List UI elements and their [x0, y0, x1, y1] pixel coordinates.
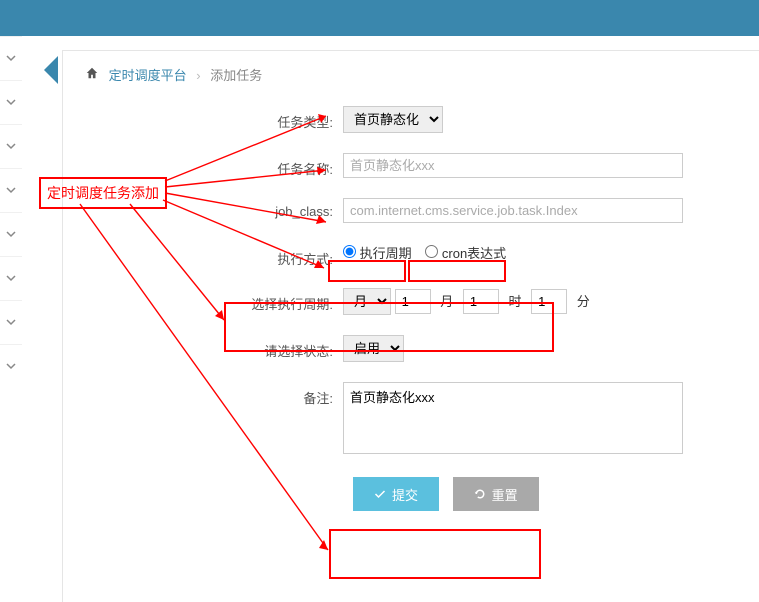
sidebar-toggle-4[interactable] [0, 168, 22, 212]
task-type-select[interactable]: 首页静态化 [343, 106, 443, 133]
exec-mode-label: 执行方式: [85, 243, 343, 268]
task-name-label: 任务名称: [85, 153, 343, 178]
task-name-input[interactable] [343, 153, 683, 178]
job-class-input[interactable] [343, 198, 683, 223]
exec-mode-cron[interactable]: cron表达式 [425, 246, 506, 261]
topbar [0, 0, 759, 36]
panel-pointer-icon [44, 56, 58, 84]
period-month-unit: 月 [440, 294, 453, 309]
remark-textarea[interactable] [343, 382, 683, 454]
breadcrumb-link-platform[interactable]: 定时调度平台 [109, 68, 187, 83]
sidebar [0, 36, 22, 602]
period-hour-unit: 时 [509, 294, 522, 309]
sidebar-toggle-7[interactable] [0, 300, 22, 344]
reset-button-label: 重置 [492, 485, 518, 504]
exec-mode-period-label: 执行周期 [360, 246, 412, 261]
period-hour-input[interactable] [463, 289, 499, 314]
exec-mode-period[interactable]: 执行周期 [343, 246, 415, 261]
period-minute-input[interactable] [531, 289, 567, 314]
refresh-icon [474, 488, 486, 500]
annotation-callout: 定时调度任务添加 [39, 177, 167, 209]
submit-button-label: 提交 [392, 485, 418, 504]
period-month-input[interactable] [395, 289, 431, 314]
breadcrumb-separator: › [196, 68, 200, 83]
breadcrumb-current: 添加任务 [210, 68, 262, 83]
breadcrumb: 定时调度平台 › 添加任务 [85, 65, 737, 84]
sidebar-toggle-2[interactable] [0, 80, 22, 124]
exec-mode-period-radio[interactable] [343, 245, 356, 258]
submit-button[interactable]: 提交 [353, 477, 439, 511]
status-label: 请选择状态: [85, 335, 343, 360]
sidebar-toggle-1[interactable] [0, 36, 22, 80]
exec-mode-cron-radio[interactable] [425, 245, 438, 258]
sidebar-toggle-5[interactable] [0, 212, 22, 256]
task-type-label: 任务类型: [85, 106, 343, 131]
exec-mode-cron-label: cron表达式 [442, 246, 506, 261]
sidebar-toggle-6[interactable] [0, 256, 22, 300]
period-minute-unit: 分 [577, 294, 590, 309]
status-select[interactable]: 启用 [343, 335, 404, 362]
reset-button[interactable]: 重置 [453, 477, 539, 511]
home-icon [85, 68, 103, 83]
period-label: 选择执行周期: [85, 288, 343, 313]
sidebar-toggle-3[interactable] [0, 124, 22, 168]
remark-label: 备注: [85, 382, 343, 407]
sidebar-toggle-8[interactable] [0, 344, 22, 388]
period-unit-select[interactable]: 月 [343, 288, 391, 315]
check-icon [374, 488, 386, 500]
content-panel: 定时调度平台 › 添加任务 任务类型: 首页静态化 任务名称: job_clas… [62, 50, 759, 602]
